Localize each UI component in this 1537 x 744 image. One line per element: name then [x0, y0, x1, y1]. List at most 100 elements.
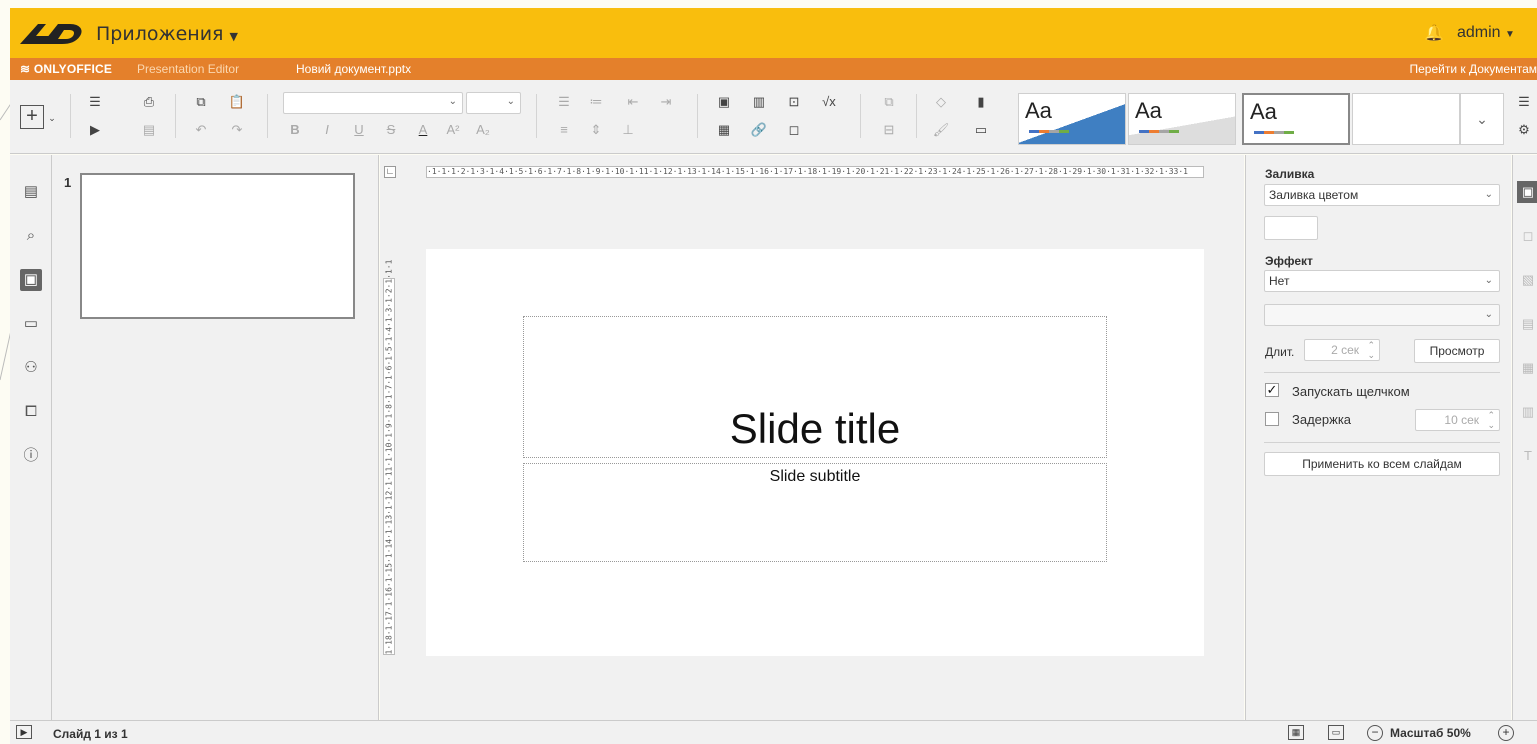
- gear-icon[interactable]: ⚙: [1513, 120, 1535, 140]
- search-icon[interactable]: ⌕: [20, 225, 42, 247]
- chevron-down-icon: ⌄: [506, 96, 515, 107]
- insert-textbox-icon[interactable]: ⊡: [783, 92, 805, 112]
- chat-icon[interactable]: ⚇: [20, 357, 42, 379]
- horizontal-ruler[interactable]: ·1·1·1·2·1·3·1·4·1·5·1·6·1·7·1·8·1·9·1·1…: [426, 166, 1204, 178]
- spinner-arrows-icon[interactable]: ⌃ ⌄: [1487, 410, 1495, 430]
- slide-number: 1: [64, 175, 72, 190]
- shape-settings-icon[interactable]: ◻: [1517, 225, 1537, 247]
- slide-size-icon[interactable]: ▭: [970, 120, 992, 140]
- clear-style-icon[interactable]: ◇: [930, 92, 952, 112]
- theme-option[interactable]: [1352, 93, 1460, 145]
- image-settings-icon[interactable]: ▧: [1517, 269, 1537, 291]
- theme-color-bar: [1029, 130, 1069, 133]
- save-icon[interactable]: ▤: [138, 120, 160, 140]
- color-scheme-icon[interactable]: ▮: [970, 92, 992, 112]
- strikethrough-icon[interactable]: S: [380, 120, 402, 140]
- slide-counter: Слайд 1 из 1: [53, 727, 128, 741]
- slide-settings-icon[interactable]: ▣: [1517, 181, 1537, 203]
- theme-option[interactable]: Aa: [1018, 93, 1126, 145]
- slide-thumbnail[interactable]: [80, 173, 355, 319]
- effect-type-select[interactable]: ⌄: [1264, 304, 1500, 326]
- theme-preview-text: Aa: [1025, 98, 1052, 123]
- divider: [916, 94, 917, 138]
- slides-icon[interactable]: ▣: [20, 269, 42, 291]
- fit-slide-icon[interactable]: ▦: [1288, 725, 1304, 740]
- go-to-documents-link[interactable]: Перейти к Документам: [1410, 62, 1537, 76]
- subtitle-placeholder[interactable]: Slide subtitle: [523, 463, 1107, 562]
- line-spacing-icon[interactable]: ⇕: [585, 120, 607, 140]
- copy-style-icon[interactable]: 🖌: [930, 120, 952, 140]
- print-icon[interactable]: ⎙: [138, 92, 160, 112]
- tab-stop-icon[interactable]: ∟: [384, 166, 396, 178]
- user-menu[interactable]: admin ▼: [1457, 24, 1515, 42]
- numbering-icon[interactable]: ≔: [585, 92, 607, 112]
- slide[interactable]: Slide title Slide subtitle: [426, 249, 1204, 656]
- vertical-ruler[interactable]: 1·18·1·17·1·16·1·15·1·14·1·13·1·12·1·11·…: [383, 259, 395, 655]
- font-name-select[interactable]: ⌄: [283, 92, 463, 114]
- zoom-out-icon[interactable]: −: [1367, 725, 1383, 741]
- apps-menu[interactable]: Приложения ▼: [96, 23, 238, 45]
- insert-image-icon[interactable]: ▣: [713, 92, 735, 112]
- play-icon[interactable]: ▶: [16, 725, 32, 739]
- redo-icon[interactable]: ↷: [226, 120, 248, 140]
- insert-table-icon[interactable]: ▦: [713, 120, 735, 140]
- editor-title-bar: ≋ ONLYOFFICE Presentation Editor Новий д…: [10, 58, 1537, 80]
- align-icon[interactable]: ≡: [553, 120, 575, 140]
- paste-icon[interactable]: 📋: [226, 92, 248, 112]
- insert-chart-icon[interactable]: ▥: [748, 92, 770, 112]
- document-title: Новий документ.pptx: [296, 62, 412, 76]
- insert-link-icon[interactable]: 🔗: [748, 120, 770, 140]
- add-slide-button[interactable]: +: [20, 105, 44, 129]
- font-size-select[interactable]: ⌄: [466, 92, 521, 114]
- bold-icon[interactable]: B: [284, 120, 306, 140]
- effect-select[interactable]: Нет ⌄: [1264, 270, 1500, 292]
- view-settings-icon[interactable]: ☰: [1513, 92, 1535, 112]
- plugins-icon[interactable]: ⧠: [20, 401, 42, 423]
- table-settings-icon[interactable]: ▦: [1517, 357, 1537, 379]
- onlyoffice-logo: ≋ ONLYOFFICE: [20, 62, 112, 76]
- decrease-indent-icon[interactable]: ⇤: [622, 92, 644, 112]
- fill-color-swatch[interactable]: [1264, 216, 1318, 240]
- increase-indent-icon[interactable]: ⇥: [655, 92, 677, 112]
- copy-icon[interactable]: ⧉: [190, 92, 212, 112]
- superscript-icon[interactable]: A²: [442, 120, 464, 140]
- info-icon[interactable]: ⓘ: [20, 445, 42, 467]
- preview-button[interactable]: Просмотр: [1414, 339, 1500, 363]
- delay-input[interactable]: 10 сек ⌃ ⌄: [1415, 409, 1500, 431]
- fill-type-select[interactable]: Заливка цветом ⌄: [1264, 184, 1500, 206]
- apply-to-all-button[interactable]: Применить ко всем слайдам: [1264, 452, 1500, 476]
- fit-width-icon[interactable]: ▭: [1328, 725, 1344, 740]
- title-placeholder[interactable]: Slide title: [523, 316, 1107, 458]
- zoom-in-icon[interactable]: +: [1498, 725, 1514, 741]
- zoom-level[interactable]: Масштаб 50%: [1390, 726, 1471, 740]
- undo-icon[interactable]: ↶: [190, 120, 212, 140]
- insert-equation-icon[interactable]: √x: [818, 92, 840, 112]
- bell-icon[interactable]: 🔔: [1424, 23, 1444, 43]
- vertical-align-icon[interactable]: ⊥: [617, 120, 639, 140]
- theme-option[interactable]: Aa: [1128, 93, 1236, 145]
- delay-checkbox[interactable]: [1265, 412, 1279, 426]
- add-slide-dropdown-icon[interactable]: ⌄: [46, 108, 58, 128]
- text-settings-icon[interactable]: ▤: [1517, 313, 1537, 335]
- align-shapes-icon[interactable]: ⊟: [878, 120, 900, 140]
- theme-option-selected[interactable]: Aa: [1242, 93, 1350, 145]
- change-layout-icon[interactable]: ☰: [84, 92, 106, 112]
- subscript-icon[interactable]: A₂: [472, 120, 494, 140]
- file-icon[interactable]: ▤: [20, 181, 42, 203]
- chevron-down-icon: ▼: [1505, 29, 1515, 40]
- arrange-icon[interactable]: ⧉: [878, 92, 900, 112]
- start-on-click-checkbox[interactable]: ✓: [1265, 383, 1279, 397]
- italic-icon[interactable]: I: [316, 120, 338, 140]
- ruler-marks: 1·18·1·17·1·16·1·15·1·14·1·13·1·12·1·11·…: [384, 259, 394, 655]
- underline-icon[interactable]: U: [348, 120, 370, 140]
- textart-settings-icon[interactable]: T: [1517, 445, 1537, 467]
- bullets-icon[interactable]: ☰: [553, 92, 575, 112]
- spinner-arrows-icon[interactable]: ⌃ ⌄: [1367, 340, 1375, 360]
- chart-settings-icon[interactable]: ▥: [1517, 401, 1537, 423]
- start-slideshow-icon[interactable]: ▶: [84, 120, 106, 140]
- font-color-icon[interactable]: A: [412, 120, 434, 140]
- themes-expand-button[interactable]: ⌄: [1460, 93, 1504, 145]
- duration-input[interactable]: 2 сек ⌃ ⌄: [1304, 339, 1380, 361]
- comments-icon[interactable]: ▭: [20, 313, 42, 335]
- insert-shape-icon[interactable]: ◻: [783, 120, 805, 140]
